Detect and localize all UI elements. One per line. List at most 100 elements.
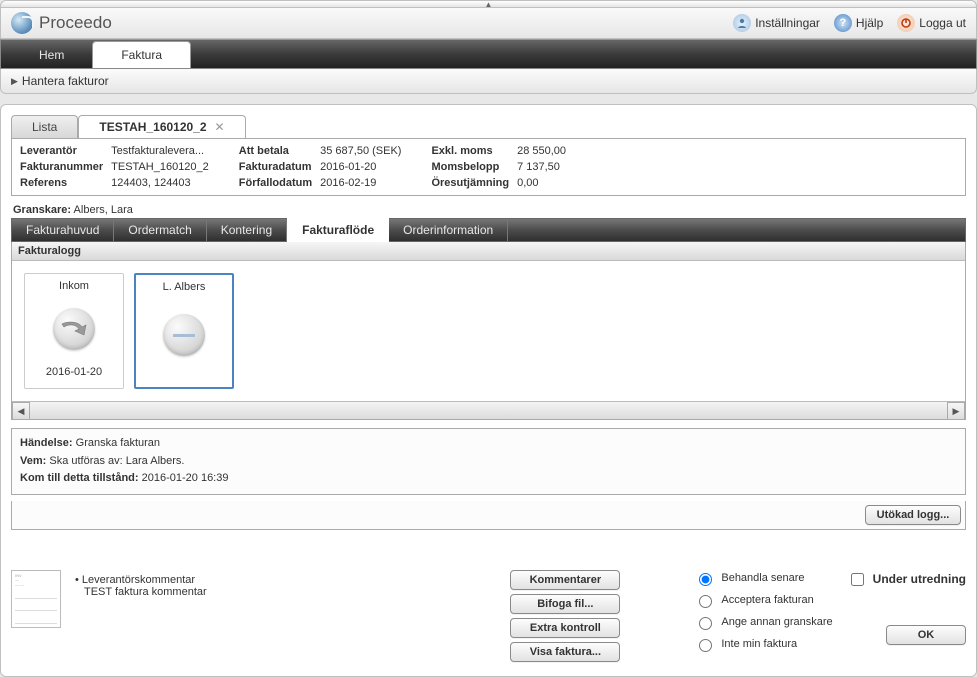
pay-label: Att betala xyxy=(239,145,312,157)
action-buttons: Kommentarer Bifoga fil... Extra kontroll… xyxy=(510,570,620,662)
nav-tab-home[interactable]: Hem xyxy=(11,42,92,68)
extra-control-button[interactable]: Extra kontroll xyxy=(510,618,620,638)
exvat-value: 28 550,00 xyxy=(517,145,566,157)
under-investigation-label: Under utredning xyxy=(873,572,966,586)
flow-body: Inkom 2016-01-20 L. Albers xyxy=(12,261,965,401)
brand: Proceedo xyxy=(11,12,112,34)
vendor-comment-label: Leverantörskommentar xyxy=(82,574,195,586)
reviewer-label: Granskare: xyxy=(13,204,71,216)
help-icon: ? xyxy=(834,14,852,32)
under-investigation[interactable]: Under utredning xyxy=(847,570,966,589)
vat-label: Momsbelopp xyxy=(431,161,509,173)
radio-other-reviewer[interactable]: Ange annan granskare xyxy=(694,614,832,630)
settings-icon xyxy=(733,14,751,32)
flow-scrollbar[interactable]: ◀ ▶ xyxy=(12,401,965,419)
scroll-left-button[interactable]: ◀ xyxy=(12,402,30,420)
inner-tabs: Lista TESTAH_160120_2 ✕ xyxy=(11,115,966,138)
reviewer-line: Granskare: Albers, Lara xyxy=(13,204,964,216)
close-tab-icon[interactable]: ✕ xyxy=(215,120,225,134)
radio-handle-later[interactable]: Behandla senare xyxy=(694,570,832,586)
invno-value: TESTAH_160120_2 xyxy=(111,161,209,173)
extended-log-row: Utökad logg... xyxy=(11,501,966,530)
settings-label: Inställningar xyxy=(755,16,820,30)
main-area: Lista TESTAH_160120_2 ✕ Leverantör Testf… xyxy=(0,104,977,677)
brand-name: Proceedo xyxy=(39,13,112,33)
radio-accept-input[interactable] xyxy=(699,595,712,608)
radio-not-mine[interactable]: Inte min faktura xyxy=(694,636,832,652)
logout-icon xyxy=(897,14,915,32)
event-handelse-label: Händelse: xyxy=(20,437,73,449)
invno-label: Fakturanummer xyxy=(20,161,103,173)
arrow-right-icon xyxy=(53,308,95,350)
ref-label: Referens xyxy=(20,177,103,189)
radio-other-reviewer-label: Ange annan granskare xyxy=(721,616,832,628)
chevron-right-icon: ▶ xyxy=(11,76,18,87)
reviewer-name: Albers, Lara xyxy=(74,204,133,216)
logout-label: Logga ut xyxy=(919,16,966,30)
ok-button[interactable]: OK xyxy=(886,625,966,645)
event-box: Händelse: Granska fakturan Vem: Ska utfö… xyxy=(11,428,966,495)
app-header: Proceedo Inställningar ? Hjälp Logga ut xyxy=(0,8,977,39)
radio-handle-later-input[interactable] xyxy=(699,573,712,586)
help-link[interactable]: ? Hjälp xyxy=(834,14,883,32)
event-handelse-value: Granska fakturan xyxy=(76,437,160,449)
nav-tab-invoice[interactable]: Faktura xyxy=(92,41,191,68)
inner-tab-document[interactable]: TESTAH_160120_2 ✕ xyxy=(78,115,245,138)
tab-invoice-head[interactable]: Fakturahuvud xyxy=(12,219,114,241)
settings-link[interactable]: Inställningar xyxy=(733,14,820,32)
flow-card-name: L. Albers xyxy=(163,281,206,293)
invdate-label: Fakturadatum xyxy=(239,161,312,173)
radio-not-mine-input[interactable] xyxy=(699,639,712,652)
radio-accept[interactable]: Acceptera fakturan xyxy=(694,592,832,608)
subnav-bar: ▶ Hantera fakturor xyxy=(0,69,977,94)
flow-card-name: Inkom xyxy=(59,280,89,292)
inner-tab-document-label: TESTAH_160120_2 xyxy=(99,120,206,134)
vendor-comment-text: TEST faktura kommentar xyxy=(84,586,207,598)
comments-button[interactable]: Kommentarer xyxy=(510,570,620,590)
show-invoice-button[interactable]: Visa faktura... xyxy=(510,642,620,662)
attach-file-button[interactable]: Bifoga fil... xyxy=(510,594,620,614)
logout-link[interactable]: Logga ut xyxy=(897,14,966,32)
supplier-label: Leverantör xyxy=(20,145,103,157)
invoice-thumbnail[interactable]: INV—— — xyxy=(11,570,61,628)
vat-value: 7 137,50 xyxy=(517,161,566,173)
nav-bar: Hem Faktura xyxy=(0,39,977,69)
scroll-right-button[interactable]: ▶ xyxy=(947,402,965,420)
radio-other-reviewer-input[interactable] xyxy=(699,617,712,630)
flow-panel: Fakturalogg Inkom 2016-01-20 L. Albers ◀… xyxy=(11,242,966,420)
radio-not-mine-label: Inte min faktura xyxy=(721,638,797,650)
radio-accept-label: Acceptera fakturan xyxy=(721,594,813,606)
exvat-label: Exkl. moms xyxy=(431,145,509,157)
vendor-comment-block: • Leverantörskommentar TEST faktura komm… xyxy=(75,570,496,598)
help-label: Hjälp xyxy=(856,16,883,30)
invoice-summary: Leverantör Testfakturalevera... Fakturan… xyxy=(11,138,966,196)
tab-orderinfo[interactable]: Orderinformation xyxy=(389,219,508,241)
right-col: Under utredning OK xyxy=(847,570,966,645)
pay-value: 35 687,50 (SEK) xyxy=(320,145,401,157)
flow-title: Fakturalogg xyxy=(12,242,965,261)
tab-invoice-flow[interactable]: Fakturaflöde xyxy=(287,218,389,242)
bottom-bar: INV—— — • Leverantörskommentar TEST fakt… xyxy=(11,570,966,662)
due-label: Förfallodatum xyxy=(239,177,312,189)
flow-card-user[interactable]: L. Albers xyxy=(134,273,234,389)
event-kom-value: 2016-01-20 16:39 xyxy=(142,472,229,484)
under-investigation-checkbox[interactable] xyxy=(851,573,864,586)
inner-tab-list[interactable]: Lista xyxy=(11,115,78,138)
header-links: Inställningar ? Hjälp Logga ut xyxy=(733,14,966,32)
subnav-label[interactable]: Hantera fakturor xyxy=(22,74,109,88)
flow-card-incoming[interactable]: Inkom 2016-01-20 xyxy=(24,273,124,389)
tab-kontering[interactable]: Kontering xyxy=(207,219,287,241)
event-kom-label: Kom till detta tillstånd: xyxy=(20,472,139,484)
window-drag-handle[interactable]: ▲ xyxy=(0,0,977,8)
event-vem-label: Vem: xyxy=(20,455,46,467)
radio-handle-later-label: Behandla senare xyxy=(721,572,804,584)
event-vem-value: Ska utföras av: Lara Albers. xyxy=(49,455,184,467)
rounding-value: 0,00 xyxy=(517,177,566,189)
extended-log-button[interactable]: Utökad logg... xyxy=(865,505,961,525)
invdate-value: 2016-01-20 xyxy=(320,161,401,173)
brand-logo-icon xyxy=(11,12,33,34)
flow-card-date: 2016-01-20 xyxy=(46,366,102,378)
decision-radios: Behandla senare Acceptera fakturan Ange … xyxy=(694,570,832,652)
tab-ordermatch[interactable]: Ordermatch xyxy=(114,219,206,241)
rounding-label: Öresutjämning xyxy=(431,177,509,189)
